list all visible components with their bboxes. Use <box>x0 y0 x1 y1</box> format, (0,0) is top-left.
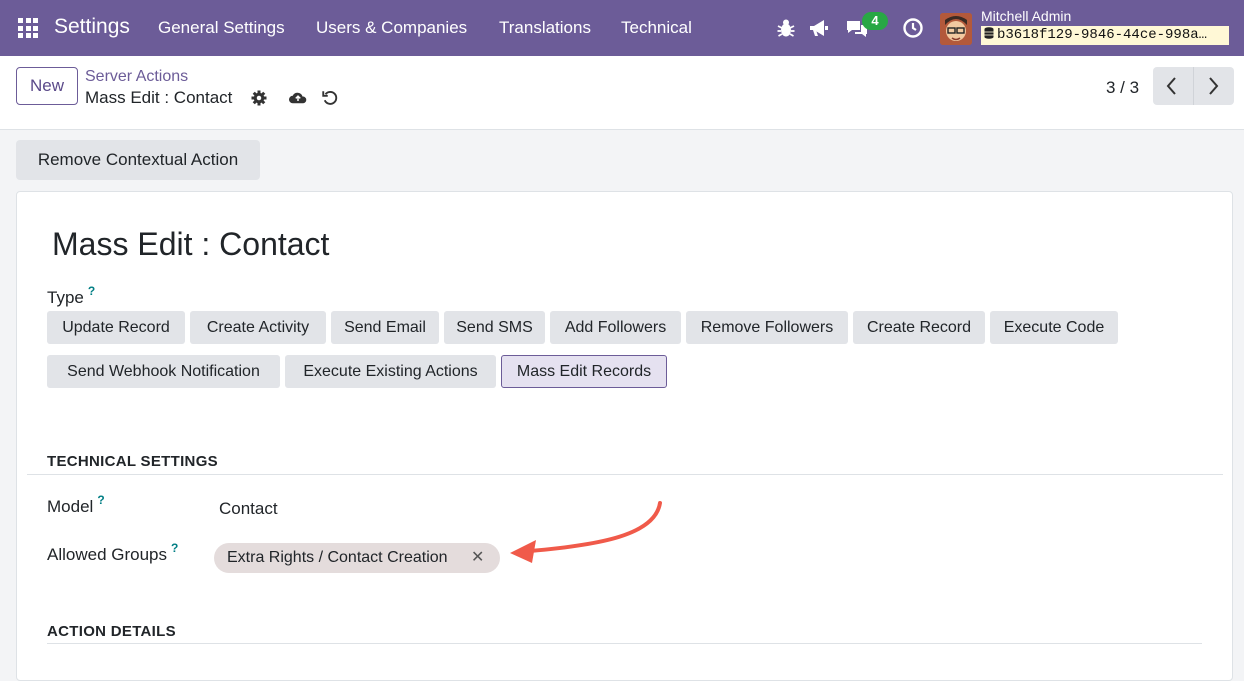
menu-translations[interactable]: Translations <box>499 18 591 38</box>
allowed-group-tag[interactable]: Extra Rights / Contact Creation ✕ <box>214 543 500 573</box>
apps-icon[interactable] <box>18 18 38 38</box>
menu-general-settings[interactable]: General Settings <box>158 18 285 38</box>
record-title[interactable]: Mass Edit : Contact <box>52 226 329 263</box>
type-execute-existing-actions[interactable]: Execute Existing Actions <box>285 355 496 388</box>
chevron-right-icon <box>1209 77 1219 95</box>
type-create-activity[interactable]: Create Activity <box>190 311 326 344</box>
tag-remove-icon[interactable]: ✕ <box>471 543 484 573</box>
pager-next-button[interactable] <box>1193 67 1234 105</box>
technical-settings-divider <box>27 474 1223 475</box>
type-remove-followers[interactable]: Remove Followers <box>686 311 848 344</box>
gear-icon[interactable] <box>250 89 268 107</box>
type-add-followers[interactable]: Add Followers <box>550 311 681 344</box>
type-label: Type? <box>47 284 95 308</box>
allowed-groups-help-icon[interactable]: ? <box>171 541 178 555</box>
type-execute-code[interactable]: Execute Code <box>990 311 1118 344</box>
allowed-group-tag-label: Extra Rights / Contact Creation <box>227 549 448 566</box>
technical-settings-heading: TECHNICAL SETTINGS <box>47 453 218 470</box>
model-label: Model? <box>47 493 105 517</box>
database-name: b3618f129-9846-44ce-998a… <box>981 26 1229 45</box>
model-help-icon[interactable]: ? <box>97 493 104 507</box>
discard-icon[interactable] <box>321 89 339 107</box>
pager-value[interactable]: 3 / 3 <box>1106 78 1139 98</box>
type-send-email[interactable]: Send Email <box>331 311 439 344</box>
breadcrumb-current: Mass Edit : Contact <box>85 88 233 107</box>
type-update-record[interactable]: Update Record <box>47 311 185 344</box>
user-avatar[interactable] <box>940 13 972 45</box>
type-send-webhook-notification[interactable]: Send Webhook Notification <box>47 355 280 388</box>
top-navbar: Settings General Settings Users & Compan… <box>0 0 1244 56</box>
action-details-heading: ACTION DETAILS <box>47 623 176 640</box>
bug-icon[interactable] <box>774 16 798 40</box>
type-help-icon[interactable]: ? <box>88 284 95 298</box>
app-brand[interactable]: Settings <box>54 15 130 39</box>
form-sheet: Mass Edit : Contact Type? Update Record … <box>16 191 1233 681</box>
database-icon <box>984 27 994 39</box>
allowed-groups-label: Allowed Groups? <box>47 541 178 565</box>
breadcrumb-server-actions[interactable]: Server Actions <box>85 68 188 86</box>
type-send-sms[interactable]: Send SMS <box>444 311 545 344</box>
allowed-groups-label-text: Allowed Groups <box>47 545 168 564</box>
user-name[interactable]: Mitchell Admin <box>981 8 1071 24</box>
type-create-record[interactable]: Create Record <box>853 311 985 344</box>
control-panel: New Server Actions Mass Edit : Contact 3… <box>0 56 1244 130</box>
action-details-divider <box>47 643 1202 644</box>
model-value[interactable]: Contact <box>219 499 278 519</box>
menu-users-companies[interactable]: Users & Companies <box>316 18 467 38</box>
megaphone-icon[interactable] <box>807 16 831 40</box>
pager-previous-button[interactable] <box>1153 67 1193 105</box>
clock-icon[interactable] <box>901 16 925 40</box>
new-button[interactable]: New <box>16 67 78 105</box>
menu-technical[interactable]: Technical <box>621 18 692 38</box>
model-label-text: Model <box>47 497 94 516</box>
type-mass-edit-records[interactable]: Mass Edit Records <box>501 355 667 388</box>
database-name-text: b3618f129-9846-44ce-998a… <box>997 27 1208 43</box>
cloud-save-icon[interactable] <box>288 89 308 107</box>
message-count-badge: 4 <box>862 12 888 30</box>
chevron-left-icon <box>1166 77 1176 95</box>
type-label-text: Type <box>47 288 84 307</box>
remove-contextual-action-button[interactable]: Remove Contextual Action <box>16 140 260 180</box>
